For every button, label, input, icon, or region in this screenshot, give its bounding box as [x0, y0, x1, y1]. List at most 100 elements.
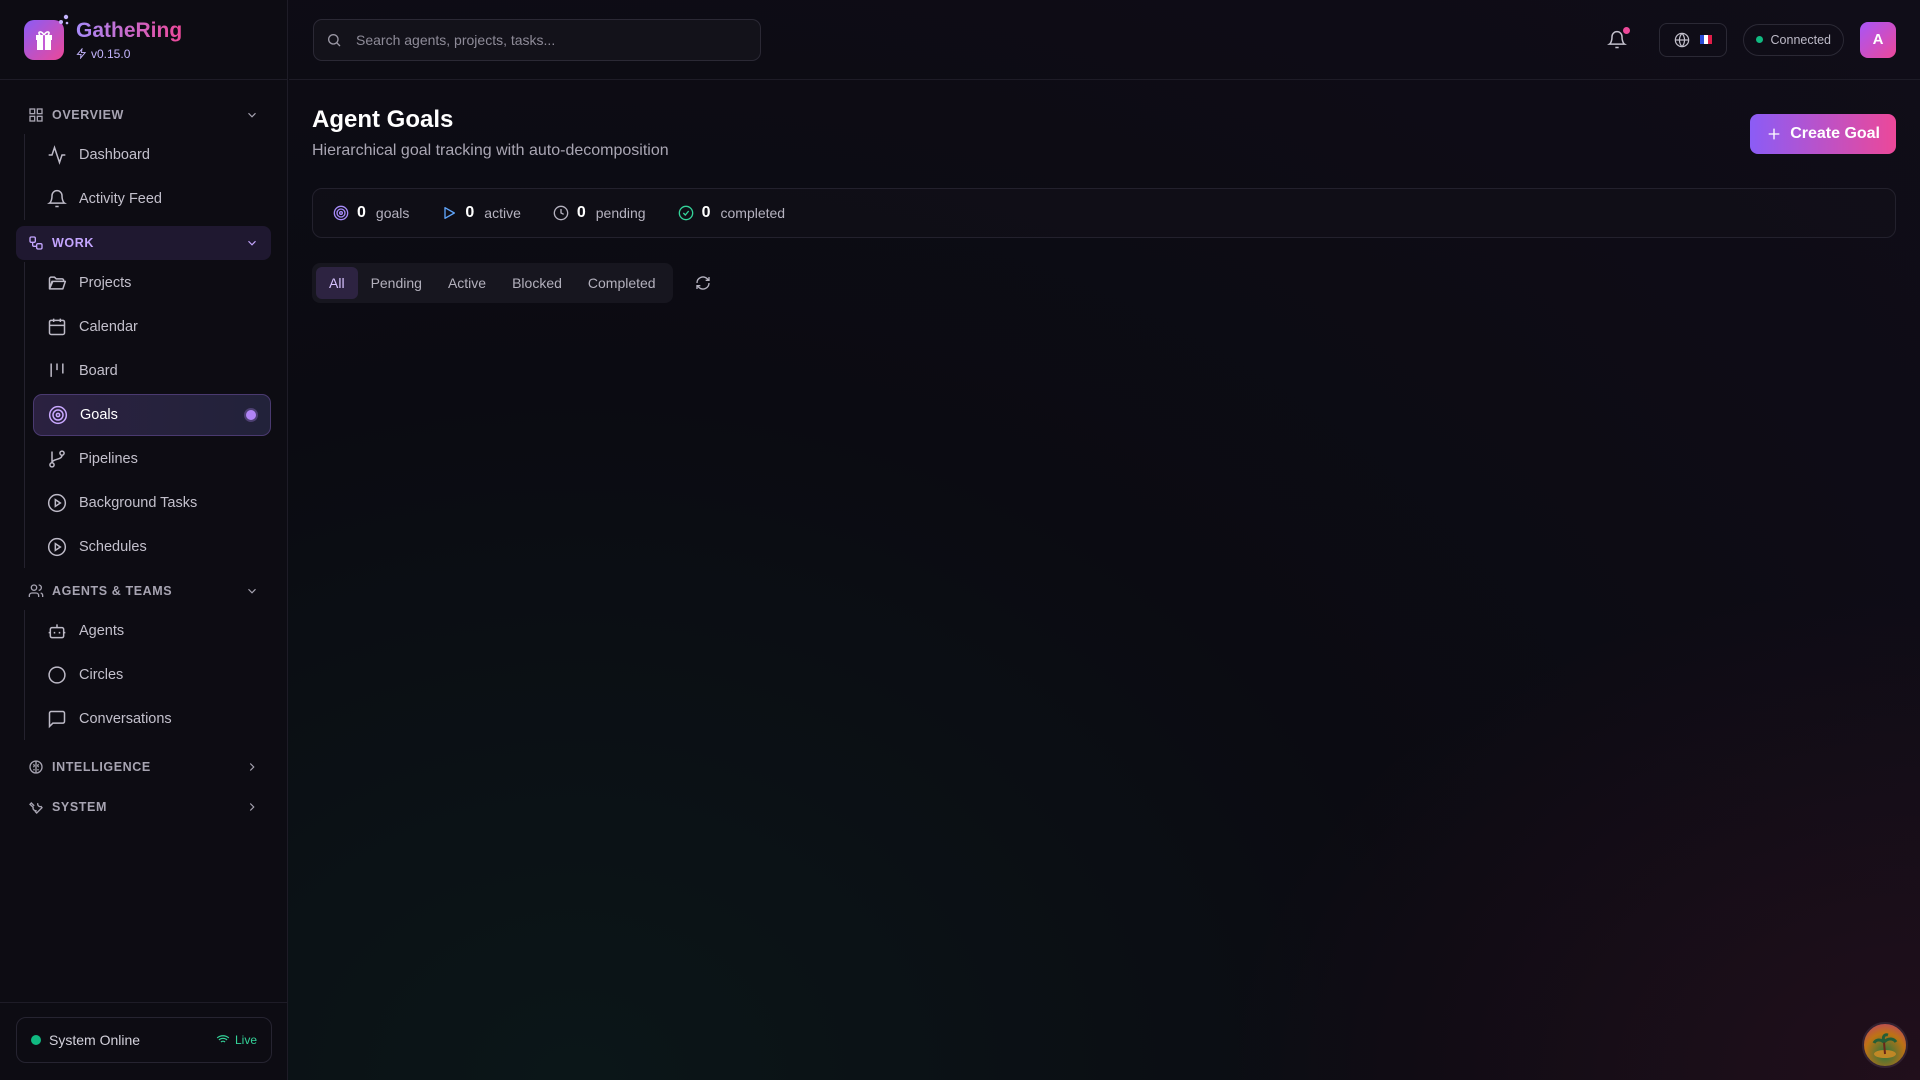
- stat-label: completed: [720, 205, 786, 221]
- bot-icon: [48, 624, 66, 639]
- sidebar-item-label: Dashboard: [79, 147, 150, 163]
- wrench-icon: [29, 802, 43, 814]
- stat-value: 0: [357, 204, 366, 221]
- workflow-icon: [29, 236, 43, 250]
- chevron-right-icon: [249, 763, 255, 771]
- play-icon: [444, 207, 456, 219]
- sidebar-item-label: Pipelines: [79, 451, 138, 467]
- play-circle-icon: [47, 493, 67, 513]
- app-logo[interactable]: [24, 14, 69, 60]
- stat-completed: 0 completed: [678, 204, 786, 222]
- sidebar-item-label: Board: [79, 363, 118, 379]
- check-circle-icon: [678, 205, 693, 221]
- create-goal-button[interactable]: Create Goal: [1750, 114, 1896, 154]
- sidebar-item-schedules[interactable]: Schedules: [33, 526, 271, 568]
- create-goal-label: Create Goal: [1790, 125, 1880, 142]
- live-label: Live: [234, 1033, 257, 1047]
- stat-value: 0: [701, 204, 711, 221]
- app-name: GatheRing: [76, 18, 183, 42]
- version-badge: v0.15.0: [76, 47, 182, 61]
- circle-icon: [48, 666, 66, 684]
- gift-icon: [36, 30, 52, 50]
- play-circle-icon: [47, 537, 67, 557]
- connection-status: Connected: [1742, 23, 1844, 56]
- avatar[interactable]: A: [1860, 21, 1896, 58]
- connection-dot: [1755, 36, 1763, 43]
- sidebar-item-label: Background Tasks: [79, 495, 198, 511]
- sidebar-item-pipelines[interactable]: Pipelines: [33, 438, 271, 480]
- sidebar-item-circles[interactable]: Circles: [33, 654, 271, 696]
- users-icon: [28, 584, 44, 597]
- notifications-button[interactable]: [1606, 26, 1630, 50]
- sidebar-item-conversations[interactable]: Conversations: [33, 698, 271, 740]
- refresh-icon[interactable]: [695, 275, 711, 291]
- sidebar: GatheRing v0.15.0 OVERVIEW Dashboard Act…: [0, 0, 288, 1080]
- live-badge: Live: [216, 1033, 257, 1047]
- sidebar-item-goals[interactable]: Goals: [33, 394, 271, 436]
- search-input[interactable]: Search agents, projects, tasks...: [313, 18, 761, 61]
- search-icon: [328, 33, 341, 46]
- section-label: WORK: [52, 236, 94, 250]
- main-content: Agent Goals Hierarchical goal tracking w…: [312, 80, 1896, 303]
- sidebar-item-dashboard[interactable]: Dashboard: [33, 134, 271, 176]
- stat-label: pending: [595, 205, 646, 221]
- sidebar-item-label: Goals: [80, 407, 118, 423]
- kanban-icon: [50, 363, 64, 377]
- stat-label: goals: [375, 205, 410, 221]
- target-icon: [48, 405, 68, 425]
- bell-icon: [47, 189, 67, 208]
- git-branch-icon: [49, 450, 65, 468]
- activity-icon: [48, 145, 66, 165]
- layout-grid-icon: [29, 108, 43, 122]
- notification-dot: [1622, 26, 1630, 34]
- filter-active[interactable]: Active: [435, 267, 499, 299]
- globe-icon: [1674, 32, 1689, 47]
- chevron-down-icon: [248, 588, 256, 594]
- wifi-icon: [216, 1035, 230, 1045]
- section-work[interactable]: WORK: [16, 226, 271, 260]
- sidebar-item-agents[interactable]: Agents: [33, 610, 271, 652]
- section-label: AGENTS & TEAMS: [52, 584, 173, 598]
- stat-active: 0 active: [441, 204, 521, 222]
- sidebar-item-label: Projects: [79, 275, 132, 291]
- section-overview[interactable]: OVERVIEW: [16, 98, 271, 132]
- floating-assistant-button[interactable]: [1862, 1022, 1908, 1068]
- section-system[interactable]: SYSTEM: [16, 790, 271, 824]
- sidebar-item-board[interactable]: Board: [33, 350, 271, 392]
- sidebar-item-activity-feed[interactable]: Activity Feed: [33, 178, 271, 220]
- system-status: System Online Live: [16, 1017, 272, 1063]
- section-intelligence[interactable]: INTELLIGENCE: [16, 750, 271, 784]
- sidebar-item-label: Circles: [79, 667, 124, 683]
- language-selector[interactable]: [1658, 22, 1727, 57]
- search-placeholder: Search agents, projects, tasks...: [356, 31, 556, 48]
- stat-pending: 0 pending: [553, 204, 646, 222]
- filters-row: All Pending Active Blocked Completed: [312, 263, 1896, 303]
- stat-value: 0: [465, 204, 475, 221]
- brain-icon: [29, 760, 43, 774]
- sidebar-item-label: Calendar: [79, 319, 138, 335]
- zap-icon: [76, 48, 87, 59]
- stat-label: active: [484, 205, 521, 221]
- filter-pending[interactable]: Pending: [358, 267, 435, 299]
- chevron-right-icon: [249, 803, 255, 811]
- status-filter-tabs: All Pending Active Blocked Completed: [312, 263, 673, 303]
- active-indicator: [246, 410, 256, 420]
- page-title: Agent Goals: [312, 106, 454, 133]
- filter-blocked[interactable]: Blocked: [499, 267, 575, 299]
- sidebar-item-calendar[interactable]: Calendar: [33, 306, 271, 348]
- chevron-down-icon: [248, 112, 256, 118]
- brand: GatheRing v0.15.0: [0, 0, 287, 80]
- section-agents-teams[interactable]: AGENTS & TEAMS: [16, 574, 271, 608]
- folder-open-icon: [48, 276, 67, 290]
- sidebar-item-label: Agents: [79, 623, 125, 639]
- island-icon: [1872, 1033, 1898, 1058]
- stat-value: 0: [576, 204, 586, 221]
- section-label: OVERVIEW: [52, 108, 124, 122]
- page-subtitle: Hierarchical goal tracking with auto-dec…: [312, 142, 669, 159]
- filter-all[interactable]: All: [316, 267, 358, 299]
- sidebar-item-projects[interactable]: Projects: [33, 262, 271, 304]
- goal-stats: 0 goals 0 active 0 pending 0 completed: [312, 188, 1896, 238]
- chevron-down-icon: [248, 240, 256, 246]
- filter-completed[interactable]: Completed: [575, 267, 669, 299]
- sidebar-item-background-tasks[interactable]: Background Tasks: [33, 482, 271, 524]
